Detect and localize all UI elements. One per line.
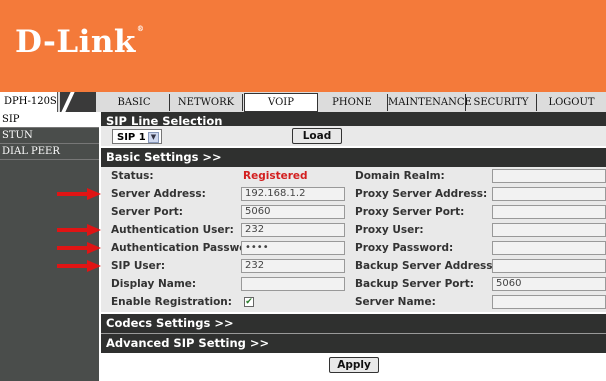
sidebar-item-stun[interactable]: STUN xyxy=(0,128,99,144)
backup-server-port-label: Backup Server Port: xyxy=(355,278,474,290)
status-label: Status: xyxy=(111,170,154,182)
tab-logout[interactable]: LOGOUT xyxy=(537,94,606,111)
proxy-server-address-input[interactable] xyxy=(492,187,606,201)
tab-maintenance[interactable]: MAINTENANCE xyxy=(388,94,472,111)
backup-server-address-input[interactable] xyxy=(492,259,606,273)
server-name-label: Server Name: xyxy=(355,296,436,308)
model-label: DPH-120S xyxy=(0,92,58,112)
sip-line-panel xyxy=(101,126,606,146)
server-name-input[interactable] xyxy=(492,295,606,309)
sidebar-item-dial-peer[interactable]: DIAL PEER xyxy=(0,144,99,160)
server-address-input[interactable]: 192.168.1.2 xyxy=(241,187,345,201)
domain-realm-label: Domain Realm: xyxy=(355,170,445,182)
arrow-icon xyxy=(57,260,101,272)
apply-button[interactable]: Apply xyxy=(329,357,379,373)
sip-user-label: SIP User: xyxy=(111,260,166,272)
proxy-server-address-label: Proxy Server Address: xyxy=(355,188,488,200)
tab-basic[interactable]: BASIC xyxy=(99,94,170,111)
server-port-input[interactable]: 5060 xyxy=(241,205,345,219)
advanced-sip-setting-header[interactable]: Advanced SIP Setting >> xyxy=(101,334,606,353)
dlink-logo: D-Link® xyxy=(15,24,145,60)
display-name-input[interactable] xyxy=(241,277,345,291)
arrow-icon xyxy=(57,242,101,254)
load-button[interactable]: Load xyxy=(292,128,342,144)
arrow-icon xyxy=(57,224,101,236)
server-address-label: Server Address: xyxy=(111,188,206,200)
nav-slash-decoration xyxy=(60,92,96,112)
proxy-password-input[interactable] xyxy=(492,241,606,255)
proxy-server-port-label: Proxy Server Port: xyxy=(355,206,465,218)
backup-server-port-input[interactable]: 5060 xyxy=(492,277,606,291)
sip-user-input[interactable]: 232 xyxy=(241,259,345,273)
domain-realm-input[interactable] xyxy=(492,169,606,183)
proxy-password-label: Proxy Password: xyxy=(355,242,454,254)
basic-settings-header[interactable]: Basic Settings >> xyxy=(101,148,606,167)
enable-registration-checkbox[interactable]: ✔ xyxy=(244,297,254,307)
sip-line-select[interactable]: SIP 1 ▼ xyxy=(112,129,162,144)
auth-password-input[interactable]: •••• xyxy=(241,241,345,255)
proxy-user-label: Proxy User: xyxy=(355,224,424,236)
status-value: Registered xyxy=(243,170,308,182)
tab-voip[interactable]: VOIP xyxy=(244,93,318,112)
header-banner: D-Link® xyxy=(0,0,606,92)
enable-registration-label: Enable Registration: xyxy=(111,296,232,308)
auth-user-label: Authentication User: xyxy=(111,224,234,236)
tab-network[interactable]: NETWORK xyxy=(170,94,243,111)
chevron-down-icon: ▼ xyxy=(148,132,159,143)
arrow-icon xyxy=(57,188,101,200)
backup-server-address-label: Backup Server Address: xyxy=(355,260,497,272)
display-name-label: Display Name: xyxy=(111,278,197,290)
tab-security[interactable]: SECURITY xyxy=(466,94,537,111)
server-port-label: Server Port: xyxy=(111,206,183,218)
proxy-user-input[interactable] xyxy=(492,223,606,237)
tab-phone[interactable]: PHONE xyxy=(317,94,388,111)
sidebar-item-sip[interactable]: SIP xyxy=(0,112,99,128)
auth-user-input[interactable]: 232 xyxy=(241,223,345,237)
codecs-settings-header[interactable]: Codecs Settings >> xyxy=(101,314,606,333)
proxy-server-port-input[interactable] xyxy=(492,205,606,219)
